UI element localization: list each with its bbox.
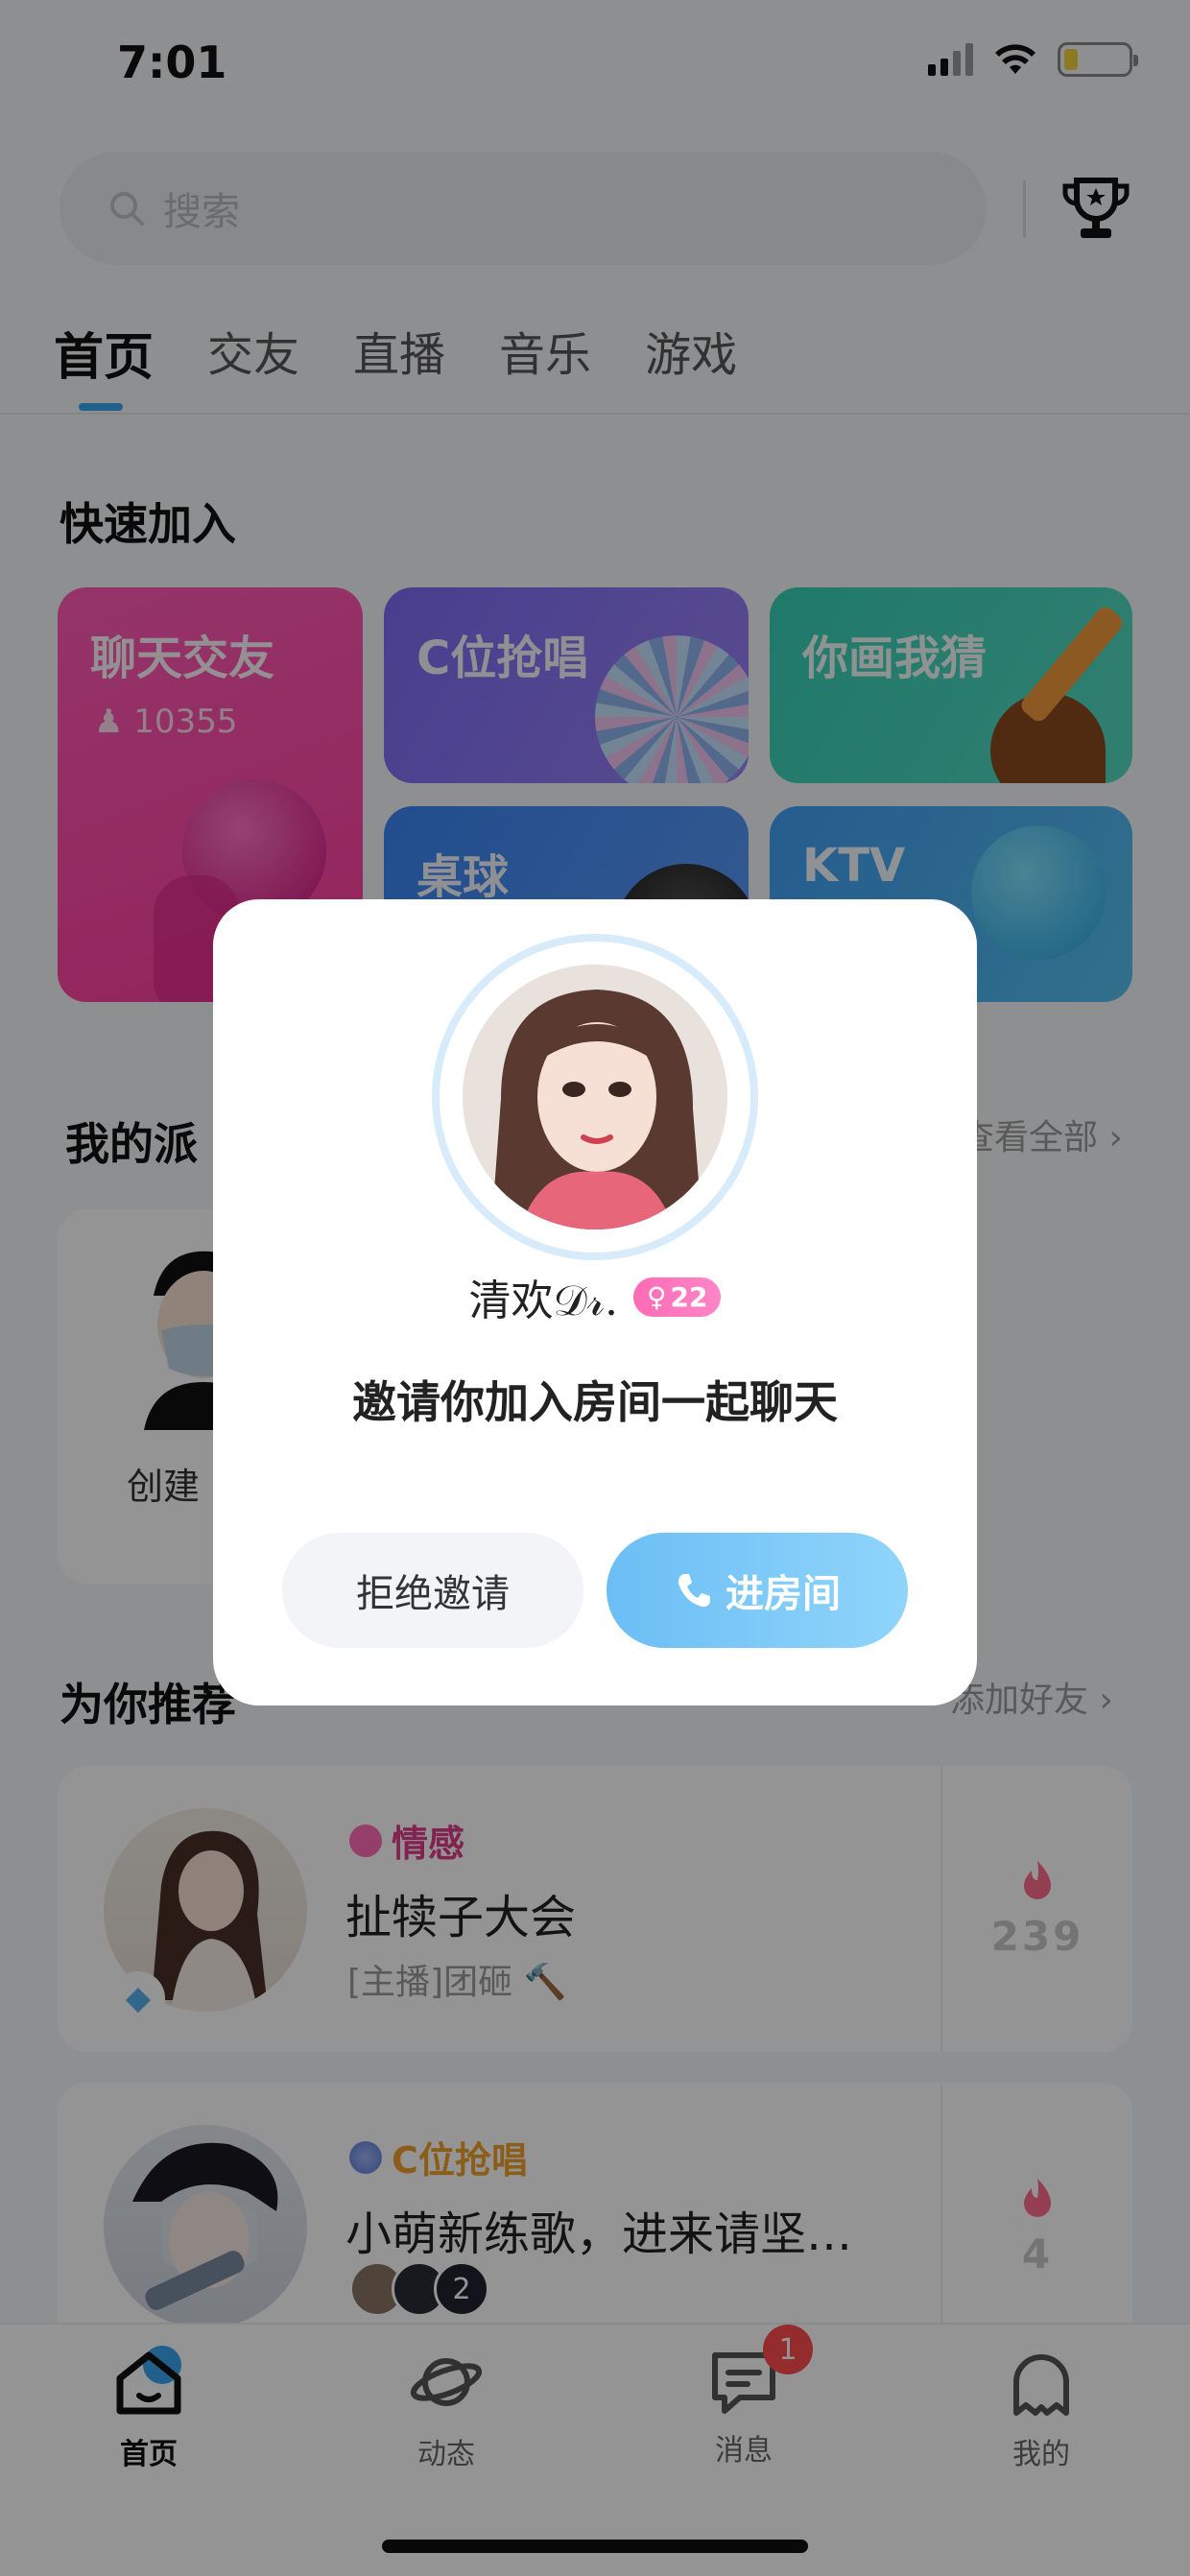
inviter-avatar-ring	[432, 934, 758, 1260]
enter-room-button[interactable]: 进房间	[607, 1533, 908, 1648]
girl-portrait	[463, 965, 727, 1229]
inviter-name: 清欢𝒟𝓇.	[468, 1276, 618, 1325]
invite-message: 邀请你加入房间一起聊天	[352, 1376, 838, 1428]
decline-invite-button[interactable]: 拒绝邀请	[282, 1533, 583, 1648]
female-icon: ♀	[646, 1280, 667, 1313]
inviter-avatar[interactable]	[463, 965, 727, 1229]
invite-modal: 清欢𝒟𝓇. ♀ 22 邀请你加入房间一起聊天 拒绝邀请 进房间	[213, 899, 977, 1705]
enter-room-label: 进房间	[726, 1572, 841, 1616]
age-badge: ♀ 22	[632, 1276, 722, 1317]
inviter-name-row: 清欢𝒟𝓇. ♀ 22	[213, 1266, 977, 1327]
phone-icon	[678, 1574, 710, 1608]
